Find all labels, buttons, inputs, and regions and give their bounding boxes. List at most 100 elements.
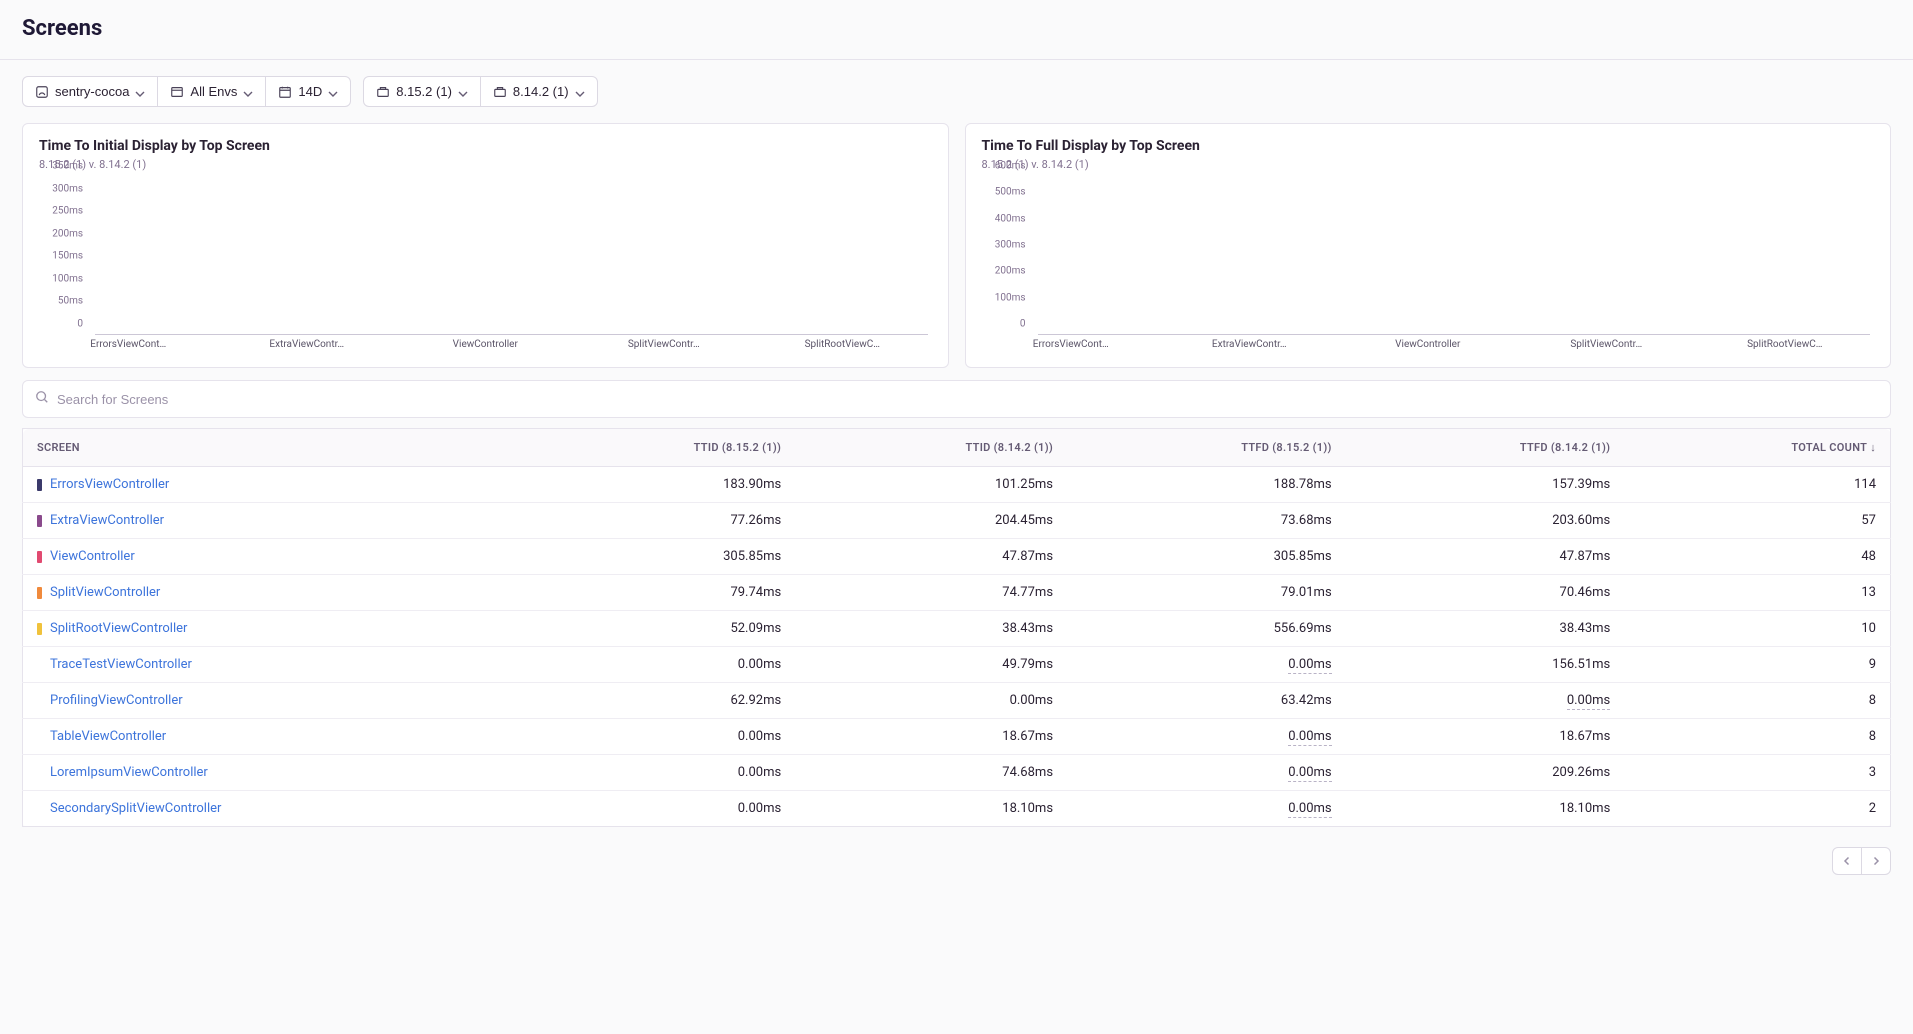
project-icon xyxy=(35,85,49,99)
row-color-indicator xyxy=(37,479,42,491)
table-row: TableViewController0.00ms18.67ms0.00ms18… xyxy=(23,719,1891,755)
screen-link[interactable]: LoremIpsumViewController xyxy=(50,765,208,780)
cell-ttfd-a: 0.00ms xyxy=(1067,755,1346,791)
cell-ttfd-a: 79.01ms xyxy=(1067,575,1346,611)
release-a-label: 8.15.2 (1) xyxy=(396,84,452,99)
cell-ttid-a: 0.00ms xyxy=(523,791,795,827)
table-row: SplitViewController79.74ms74.77ms79.01ms… xyxy=(23,575,1891,611)
cell-ttfd-a: 188.78ms xyxy=(1067,467,1346,503)
table-header: SCREENTTID (8.15.2 (1))TTID (8.14.2 (1))… xyxy=(23,429,1891,467)
search-input[interactable] xyxy=(57,392,1878,407)
column-header[interactable]: SCREEN xyxy=(23,429,524,467)
chevron-down-icon xyxy=(328,87,338,97)
y-tick: 0 xyxy=(39,319,83,330)
row-color-indicator xyxy=(37,587,42,599)
cell-ttfd-a: 73.68ms xyxy=(1067,503,1346,539)
x-label: ErrorsViewCont… xyxy=(982,339,1161,357)
table-row: ErrorsViewController183.90ms101.25ms188.… xyxy=(23,467,1891,503)
search-box[interactable] xyxy=(22,380,1891,418)
page-title: Screens xyxy=(22,16,1891,41)
release-b-selector[interactable]: 8.14.2 (1) xyxy=(480,76,598,107)
row-color-indicator xyxy=(37,767,42,779)
release-icon xyxy=(376,85,390,99)
column-header[interactable]: TTFD (8.15.2 (1)) xyxy=(1067,429,1346,467)
y-tick: 300ms xyxy=(982,240,1026,251)
screen-link[interactable]: TraceTestViewController xyxy=(50,657,192,672)
cell-ttfd-b: 38.43ms xyxy=(1346,611,1625,647)
page-prev-button[interactable] xyxy=(1832,847,1862,875)
screen-link[interactable]: SplitViewController xyxy=(50,585,160,600)
chart-ttfd-plot: ErrorsViewCont…ExtraViewContr…ViewContro… xyxy=(982,177,1875,357)
x-label: SplitViewContr… xyxy=(1517,339,1696,357)
screen-link[interactable]: SecondarySplitViewController xyxy=(50,801,221,816)
project-label: sentry-cocoa xyxy=(55,84,129,99)
cell-ttid-b: 38.43ms xyxy=(795,611,1067,647)
x-label: ExtraViewContr… xyxy=(218,339,397,357)
page-next-button[interactable] xyxy=(1861,847,1891,875)
range-selector[interactable]: 14D xyxy=(265,76,351,107)
chevron-down-icon xyxy=(575,87,585,97)
screen-link[interactable]: ProfilingViewController xyxy=(50,693,183,708)
cell-ttid-a: 0.00ms xyxy=(523,647,795,683)
screen-link[interactable]: ErrorsViewController xyxy=(50,477,169,492)
row-color-indicator xyxy=(37,551,42,563)
table-body: ErrorsViewController183.90ms101.25ms188.… xyxy=(23,467,1891,827)
table-row: SecondarySplitViewController 0.00ms18.10m… xyxy=(23,791,1891,827)
cell-total-count: 10 xyxy=(1624,611,1890,647)
row-color-indicator xyxy=(37,659,42,671)
y-tick: 250ms xyxy=(39,206,83,217)
column-header[interactable]: TTID (8.15.2 (1)) xyxy=(523,429,795,467)
column-header[interactable]: TTFD (8.14.2 (1)) xyxy=(1346,429,1625,467)
screen-link[interactable]: SplitRootViewController xyxy=(50,621,187,636)
cell-ttid-b: 74.68ms xyxy=(795,755,1067,791)
range-label: 14D xyxy=(298,84,322,99)
table-row: ViewController305.85ms47.87ms305.85ms47.… xyxy=(23,539,1891,575)
cell-ttid-b: 74.77ms xyxy=(795,575,1067,611)
project-selector[interactable]: sentry-cocoa xyxy=(22,76,158,107)
cell-total-count: 114 xyxy=(1624,467,1890,503)
y-tick: 400ms xyxy=(982,213,1026,224)
cell-ttfd-b: 156.51ms xyxy=(1346,647,1625,683)
cell-ttid-b: 18.67ms xyxy=(795,719,1067,755)
cell-ttfd-a: 0.00ms xyxy=(1067,719,1346,755)
cell-total-count: 9 xyxy=(1624,647,1890,683)
y-tick: 500ms xyxy=(982,187,1026,198)
y-tick: 600ms xyxy=(982,161,1026,172)
release-b-label: 8.14.2 (1) xyxy=(513,84,569,99)
release-a-selector[interactable]: 8.15.2 (1) xyxy=(363,76,481,107)
x-label: SplitViewContr… xyxy=(575,339,754,357)
x-label: ExtraViewContr… xyxy=(1160,339,1339,357)
column-header[interactable]: TTID (8.14.2 (1)) xyxy=(795,429,1067,467)
cell-ttid-b: 18.10ms xyxy=(795,791,1067,827)
cell-ttfd-b: 0.00ms xyxy=(1346,683,1625,719)
cell-ttfd-b: 47.87ms xyxy=(1346,539,1625,575)
table-row: ExtraViewController77.26ms204.45ms73.68m… xyxy=(23,503,1891,539)
screen-link[interactable]: TableViewController xyxy=(50,729,166,744)
chart-ttid-plot: ErrorsViewCont…ExtraViewContr…ViewContro… xyxy=(39,177,932,357)
filter-bar: sentry-cocoa All Envs 14D xyxy=(0,60,1913,123)
x-label: SplitRootViewC… xyxy=(1696,339,1875,357)
y-tick: 100ms xyxy=(39,273,83,284)
chevron-down-icon xyxy=(135,87,145,97)
x-label: ViewController xyxy=(1339,339,1518,357)
screen-link[interactable]: ExtraViewController xyxy=(50,513,164,528)
chart-subtitle: 8.15.2 (1) v. 8.14.2 (1) xyxy=(39,158,932,171)
chevron-down-icon xyxy=(458,87,468,97)
row-color-indicator xyxy=(37,803,42,815)
y-tick: 300ms xyxy=(39,183,83,194)
cell-total-count: 8 xyxy=(1624,719,1890,755)
cell-ttfd-b: 209.26ms xyxy=(1346,755,1625,791)
cell-total-count: 13 xyxy=(1624,575,1890,611)
env-icon xyxy=(170,85,184,99)
calendar-icon xyxy=(278,85,292,99)
cell-ttid-b: 204.45ms xyxy=(795,503,1067,539)
screen-link[interactable]: ViewController xyxy=(50,549,135,564)
column-header[interactable]: TOTAL COUNT↓ xyxy=(1624,429,1890,467)
cell-ttfd-b: 157.39ms xyxy=(1346,467,1625,503)
charts-row: Time To Initial Display by Top Screen 8.… xyxy=(0,123,1913,368)
env-selector[interactable]: All Envs xyxy=(157,76,266,107)
table-row: TraceTestViewController0.00ms49.79ms0.00… xyxy=(23,647,1891,683)
cell-ttid-a: 0.00ms xyxy=(523,755,795,791)
search-icon xyxy=(35,390,49,408)
screens-table: SCREENTTID (8.15.2 (1))TTID (8.14.2 (1))… xyxy=(22,428,1891,827)
